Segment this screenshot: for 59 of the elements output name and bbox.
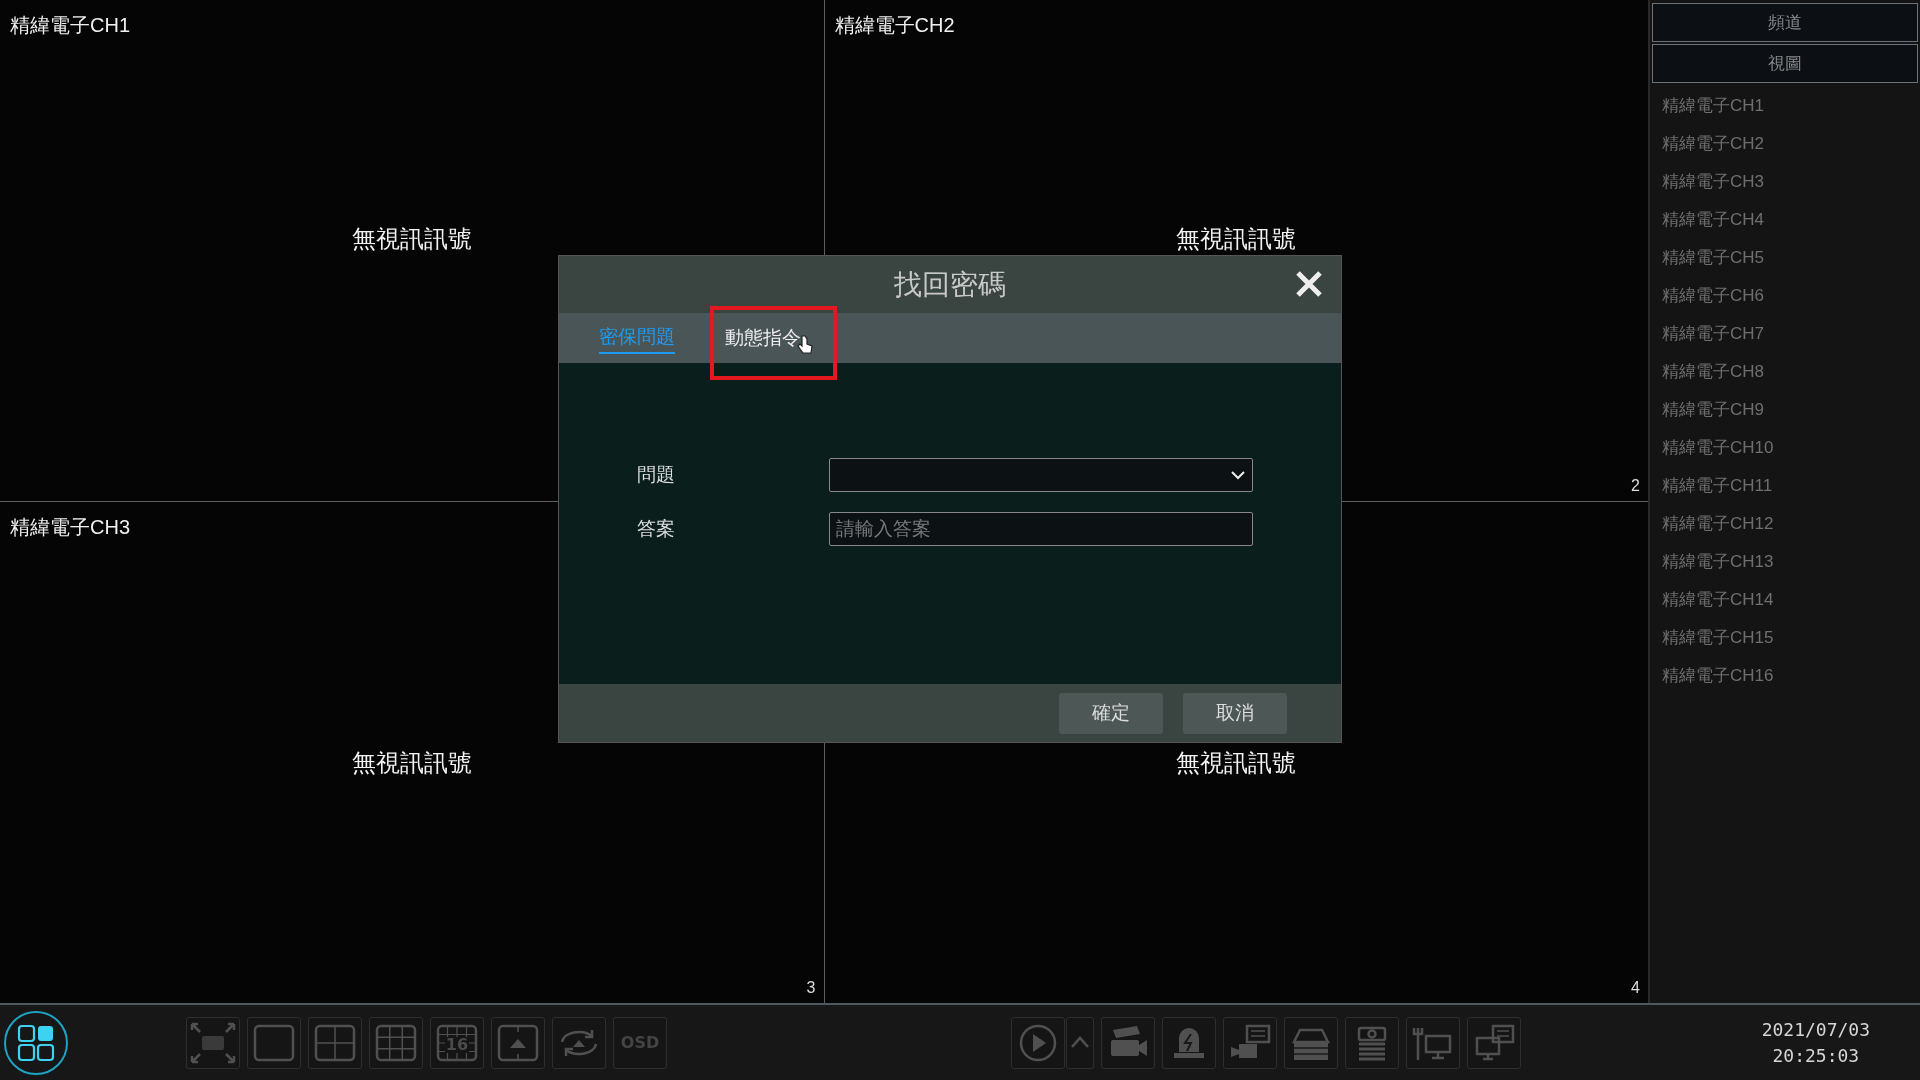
question-dropdown[interactable] xyxy=(829,458,1253,492)
channel-item[interactable]: 精緯電子CH4 xyxy=(1662,210,1764,229)
toolbar-button[interactable] xyxy=(1406,1016,1460,1069)
channel-item[interactable]: 精緯電子CH9 xyxy=(1662,400,1764,419)
field-label: 答案 xyxy=(637,517,676,541)
tile-number: 3 xyxy=(806,979,816,997)
channel-item[interactable]: 精緯電子CH12 xyxy=(1662,514,1774,533)
channel-title: 精緯電子CH1 xyxy=(10,13,130,38)
channel-item[interactable]: 精緯電子CH14 xyxy=(1662,590,1774,609)
tile-number: 4 xyxy=(1631,979,1640,997)
toolbar-button[interactable] xyxy=(308,1016,362,1069)
field-label: 問題 xyxy=(637,463,676,487)
grid-menu-icon xyxy=(17,1023,55,1062)
channel-item[interactable]: 精緯電子CH10 xyxy=(1662,438,1774,457)
no-signal-text: 無視訊訊號 xyxy=(351,747,472,778)
channel-item[interactable]: 精緯電子CH13 xyxy=(1662,552,1774,571)
expand-button[interactable] xyxy=(1066,1016,1094,1069)
toolbar-button[interactable] xyxy=(491,1016,545,1069)
dialog-button[interactable]: 取消 xyxy=(1183,692,1287,734)
toolbar-button[interactable] xyxy=(1284,1016,1338,1069)
toolbar-button[interactable] xyxy=(186,1016,240,1069)
date-text: 2021/07/03 xyxy=(1761,1017,1870,1042)
answer-field[interactable]: 請輸入答案 xyxy=(829,512,1253,546)
channel-item[interactable]: 精緯電子CH3 xyxy=(1662,172,1764,191)
no-signal-text: 無視訊訊號 xyxy=(351,223,472,254)
tab[interactable]: 密保問題 xyxy=(599,322,675,354)
time-text: 20:25:03 xyxy=(1772,1043,1860,1068)
channel-item[interactable]: 精緯電子CH1 xyxy=(1662,96,1764,115)
channel-item[interactable]: 精緯電子CH5 xyxy=(1662,248,1764,267)
tab[interactable]: 動態指令 xyxy=(725,323,801,353)
channel-title: 精緯電子CH3 xyxy=(10,515,130,540)
channel-item[interactable]: 精緯電子CH11 xyxy=(1662,476,1773,495)
channel-item[interactable]: 精緯電子CH15 xyxy=(1662,628,1774,647)
close-icon xyxy=(1295,270,1323,298)
toolbar-button[interactable] xyxy=(1345,1016,1399,1069)
toolbar-button[interactable] xyxy=(1162,1016,1216,1069)
channel-item[interactable]: 精緯電子CH16 xyxy=(1662,666,1774,685)
channel-item[interactable]: 精緯電子CH8 xyxy=(1662,362,1764,381)
channel-item[interactable]: 精緯電子CH7 xyxy=(1662,324,1764,343)
toolbar-button[interactable] xyxy=(1101,1016,1155,1069)
dialog-title: 找回密碼 xyxy=(894,267,1006,302)
toolbar-button[interactable] xyxy=(247,1016,301,1069)
toolbar-button[interactable] xyxy=(1223,1016,1277,1069)
caret-up-icon xyxy=(1070,1036,1090,1049)
channel-item[interactable]: 精緯電子CH2 xyxy=(1662,134,1764,153)
sidebar-tab[interactable]: 頻道 xyxy=(1652,3,1918,42)
channel-item[interactable]: 精緯電子CH6 xyxy=(1662,286,1764,305)
sidebar-tab[interactable]: 視圖 xyxy=(1652,44,1918,83)
channel-title: 精緯電子CH2 xyxy=(834,13,955,38)
dialog-button[interactable]: 確定 xyxy=(1059,692,1163,734)
chevron-down-icon xyxy=(1230,470,1246,480)
menu-button[interactable] xyxy=(4,1010,68,1075)
toolbar-button[interactable] xyxy=(1467,1016,1521,1069)
tile-number: 2 xyxy=(1631,477,1640,495)
toolbar-button[interactable] xyxy=(1011,1016,1065,1069)
toolbar-button[interactable] xyxy=(369,1016,423,1069)
no-signal-text: 無視訊訊號 xyxy=(1176,223,1297,254)
no-signal-text: 無視訊訊號 xyxy=(1176,747,1297,778)
toolbar-button[interactable] xyxy=(552,1016,606,1069)
